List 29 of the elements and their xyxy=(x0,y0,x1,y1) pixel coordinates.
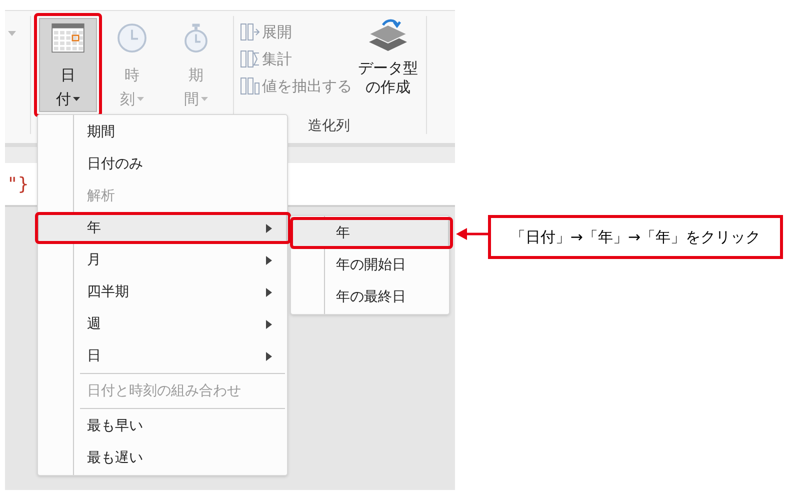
columns-sigma-icon xyxy=(240,50,260,68)
dropdown-caret-icon xyxy=(137,97,144,101)
formula-text: "} xyxy=(7,172,29,196)
pointer-arrow xyxy=(456,228,488,240)
group-label: 造化列 xyxy=(308,117,351,136)
menu-item[interactable]: 四半期 xyxy=(38,276,287,308)
submenu-arrow-icon xyxy=(266,256,272,264)
columns-arrow-icon xyxy=(240,23,260,41)
ribbon-button[interactable]: 日 付 xyxy=(39,18,97,112)
columns-extract-icon xyxy=(240,77,260,95)
submenu-arrow-icon xyxy=(266,224,272,232)
dropdown-caret-icon xyxy=(73,97,80,101)
menu-item[interactable]: 年の開始日 xyxy=(291,249,449,281)
menu-item[interactable]: 年の最終日 xyxy=(291,281,449,313)
submenu-arrow-icon xyxy=(266,352,272,360)
callout-label: 「日付」→「年」→「年」をクリック xyxy=(488,215,783,259)
create-data-type-button[interactable]: データ型 の作成 xyxy=(358,19,418,97)
menu-item[interactable]: 週 xyxy=(38,308,287,340)
menu-item[interactable]: 日付のみ xyxy=(38,148,287,180)
menu-item[interactable]: 最も早い xyxy=(38,410,287,442)
submenu-arrow-icon xyxy=(266,320,272,328)
menu-item[interactable]: 期間 xyxy=(38,116,287,148)
submenu-arrow-icon xyxy=(266,288,272,296)
menu-item[interactable]: 月 xyxy=(38,244,287,276)
dropdown-caret-icon xyxy=(8,31,16,36)
menu-item[interactable]: 日 xyxy=(38,340,287,372)
menu-item[interactable]: 最も遅い xyxy=(38,442,287,474)
calendar-icon xyxy=(49,23,87,53)
dropdown-caret-icon xyxy=(201,97,208,101)
